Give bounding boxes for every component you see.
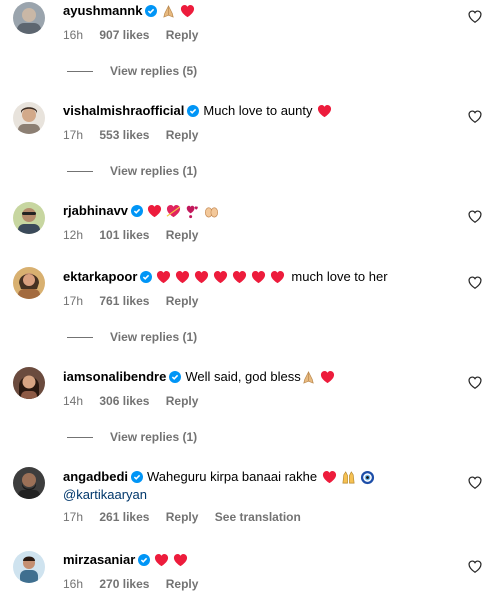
pray-emoji-icon	[161, 4, 176, 19]
likes-count[interactable]: 101 likes	[99, 228, 149, 242]
like-heart-icon[interactable]	[468, 560, 482, 574]
avatar[interactable]	[13, 467, 45, 499]
like-heart-icon[interactable]	[468, 210, 482, 224]
heart-emoji-icon	[213, 270, 228, 285]
reply-button[interactable]: Reply	[166, 294, 199, 308]
view-replies-button[interactable]: View replies (1)	[63, 430, 197, 444]
verified-badge-icon	[169, 371, 182, 383]
username[interactable]: rjabhinavv	[63, 202, 128, 220]
reply-button[interactable]: Reply	[166, 28, 199, 42]
pray-emoji-icon	[301, 370, 316, 385]
username[interactable]: iamsonalibendre	[63, 368, 166, 386]
avatar[interactable]	[13, 202, 45, 234]
heart-emoji-icon	[270, 270, 285, 285]
like-heart-icon[interactable]	[468, 110, 482, 124]
username[interactable]: mirzasaniar	[63, 551, 135, 569]
avatar[interactable]	[13, 2, 45, 34]
heart-with-arrow-emoji-icon	[166, 204, 181, 219]
heart-emoji-icon	[156, 270, 171, 285]
username[interactable]: vishalmishraofficial	[63, 102, 184, 120]
divider	[67, 336, 93, 338]
heart-exclamation-emoji-icon	[185, 204, 200, 219]
open-hands-emoji-icon	[204, 204, 219, 219]
avatar[interactable]	[13, 102, 45, 134]
like-heart-icon[interactable]	[468, 376, 482, 390]
comment-text: Waheguru kirpa banaai rakhe	[147, 469, 318, 484]
view-replies-button[interactable]: View replies (1)	[63, 330, 197, 344]
heart-emoji-icon	[320, 370, 335, 385]
reply-button[interactable]: Reply	[166, 510, 199, 524]
divider	[67, 436, 93, 438]
timestamp: 17h	[63, 128, 84, 142]
comment-text: much love to her	[291, 269, 388, 284]
heart-emoji-icon	[180, 4, 195, 19]
view-replies-button[interactable]: View replies (5)	[63, 64, 197, 78]
heart-emoji-icon	[194, 270, 209, 285]
comment-text: Much love to aunty	[203, 103, 313, 118]
divider	[67, 70, 93, 72]
timestamp: 16h	[63, 577, 84, 591]
avatar[interactable]	[13, 367, 45, 399]
raised-hands-emoji-icon	[341, 470, 356, 485]
likes-count[interactable]: 306 likes	[99, 394, 149, 408]
verified-badge-icon	[131, 205, 144, 217]
likes-count[interactable]: 761 likes	[99, 294, 149, 308]
timestamp: 14h	[63, 394, 84, 408]
divider	[67, 170, 93, 172]
view-replies-label: View replies (5)	[110, 64, 198, 78]
timestamp: 17h	[63, 510, 84, 524]
like-heart-icon[interactable]	[468, 10, 482, 24]
likes-count[interactable]: 261 likes	[99, 510, 149, 524]
verified-badge-icon	[131, 471, 144, 483]
avatar[interactable]	[13, 267, 45, 299]
mention-link[interactable]: @kartikaaryan	[63, 486, 456, 504]
nazar-amulet-emoji-icon	[360, 470, 375, 485]
like-heart-icon[interactable]	[468, 476, 482, 490]
comment-text: Well said, god bless	[185, 369, 301, 384]
timestamp: 16h	[63, 28, 84, 42]
heart-emoji-icon	[251, 270, 266, 285]
timestamp: 12h	[63, 228, 84, 242]
heart-emoji-icon	[147, 204, 162, 219]
reply-button[interactable]: Reply	[166, 394, 199, 408]
view-replies-label: View replies (1)	[110, 430, 198, 444]
reply-button[interactable]: Reply	[166, 128, 199, 142]
verified-badge-icon	[138, 554, 151, 566]
like-heart-icon[interactable]	[468, 276, 482, 290]
heart-emoji-icon	[173, 553, 188, 568]
verified-badge-icon	[140, 271, 153, 283]
likes-count[interactable]: 553 likes	[99, 128, 149, 142]
heart-emoji-icon	[322, 470, 337, 485]
username[interactable]: ayushmannk	[63, 2, 142, 20]
heart-emoji-icon	[154, 553, 169, 568]
verified-badge-icon	[145, 5, 158, 17]
heart-emoji-icon	[317, 104, 332, 119]
reply-button[interactable]: Reply	[166, 577, 199, 591]
avatar[interactable]	[13, 551, 45, 583]
view-replies-button[interactable]: View replies (1)	[63, 164, 197, 178]
likes-count[interactable]: 270 likes	[99, 577, 149, 591]
heart-emoji-icon	[232, 270, 247, 285]
heart-emoji-icon	[175, 270, 190, 285]
view-replies-label: View replies (1)	[110, 164, 198, 178]
timestamp: 17h	[63, 294, 84, 308]
username[interactable]: angadbedi	[63, 468, 128, 486]
likes-count[interactable]: 907 likes	[99, 28, 149, 42]
username[interactable]: ektarkapoor	[63, 268, 137, 286]
reply-button[interactable]: Reply	[166, 228, 199, 242]
see-translation-button[interactable]: See translation	[215, 510, 301, 524]
verified-badge-icon	[187, 105, 200, 117]
view-replies-label: View replies (1)	[110, 330, 198, 344]
